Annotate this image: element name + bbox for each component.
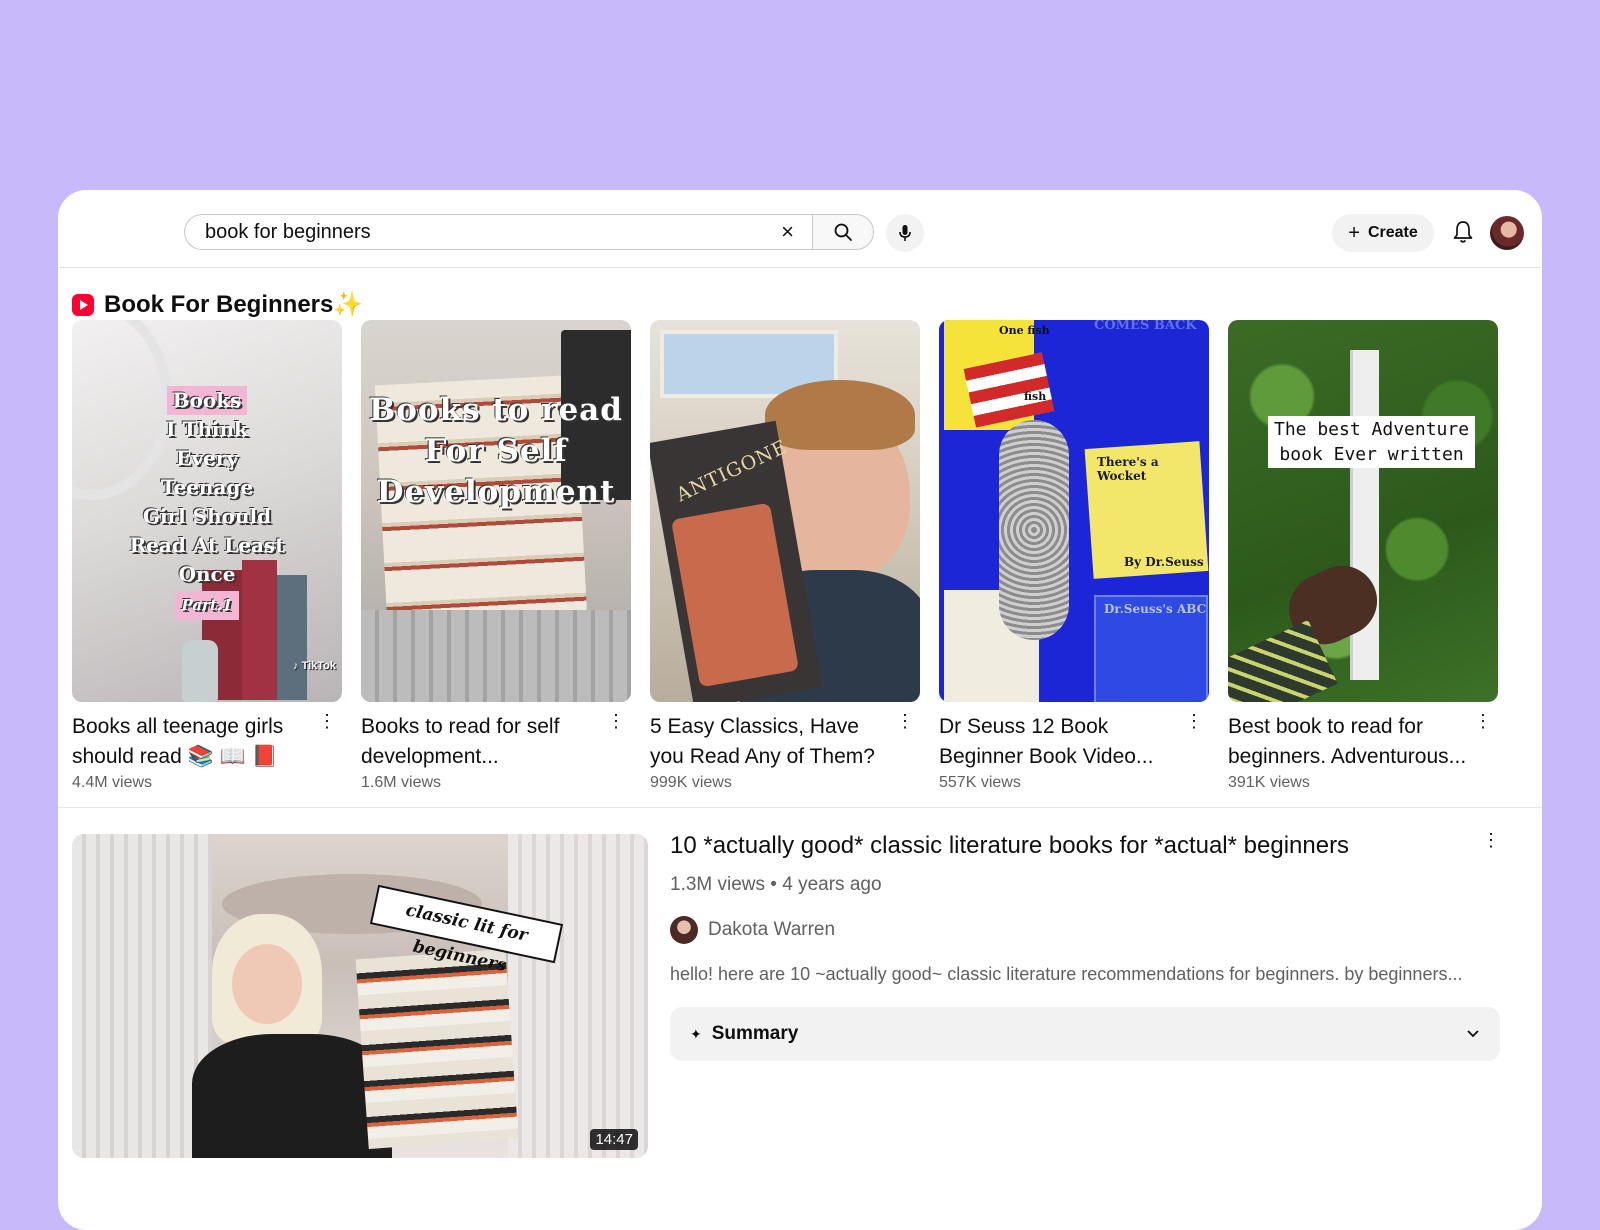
shelf-title: Book For Beginners✨ bbox=[104, 291, 364, 318]
thumb-text: Books bbox=[166, 386, 248, 415]
short-title[interactable]: 5 Easy Classics, Have you Read Any of Th… bbox=[650, 712, 920, 772]
search-input[interactable] bbox=[203, 219, 747, 245]
channel-link[interactable]: Dakota Warren bbox=[670, 916, 1520, 944]
shorts-shelf-header: Book For Beginners✨ bbox=[72, 290, 363, 319]
thumb-text: Part.1 bbox=[175, 591, 239, 620]
thumb-text: Read At Least bbox=[129, 533, 285, 557]
short-title[interactable]: Books all teenage girls should read 📚 📖 … bbox=[72, 712, 342, 772]
thumb-text: Development bbox=[376, 474, 616, 510]
short-card[interactable]: One fish fish COMES BACK There's a Wocke… bbox=[939, 320, 1209, 792]
short-title[interactable]: Dr Seuss 12 Book Beginner Book Video... bbox=[939, 712, 1209, 772]
clear-search-icon[interactable]: × bbox=[781, 221, 794, 243]
video-thumbnail[interactable]: classic lit for beginners 14:47 bbox=[72, 834, 648, 1158]
thumb-text: Girl Should bbox=[142, 504, 272, 528]
short-views: 557K views bbox=[939, 774, 1021, 791]
short-thumbnail[interactable]: Books I Think Every Teenage Girl Should … bbox=[72, 320, 342, 702]
video-duration: 14:47 bbox=[590, 1129, 638, 1150]
short-views: 1.6M views bbox=[361, 774, 442, 791]
thumb-text: Books to read bbox=[369, 392, 623, 428]
short-card[interactable]: Books to read For Self Development Books… bbox=[361, 320, 631, 792]
notifications-button[interactable] bbox=[1452, 220, 1474, 249]
more-options-icon[interactable]: ⋮ bbox=[607, 712, 625, 730]
short-title[interactable]: Best book to read for beginners. Adventu… bbox=[1228, 712, 1498, 772]
summary-label: Summary bbox=[711, 1023, 799, 1044]
search-box[interactable]: × bbox=[184, 214, 812, 250]
short-views: 391K views bbox=[1228, 774, 1310, 791]
short-thumbnail[interactable]: Books to read For Self Development bbox=[361, 320, 631, 702]
thumb-text: Once bbox=[178, 562, 236, 586]
channel-avatar[interactable] bbox=[670, 916, 698, 944]
thumb-text: There's a Wocket bbox=[1097, 455, 1159, 483]
voice-search-button[interactable] bbox=[886, 214, 924, 252]
create-button[interactable]: + Create bbox=[1332, 214, 1434, 252]
search-icon bbox=[834, 223, 852, 241]
short-views: 4.4M views bbox=[72, 774, 153, 791]
plus-icon: + bbox=[1348, 221, 1360, 244]
short-thumbnail[interactable]: The best Adventure book Ever written bbox=[1228, 320, 1498, 702]
short-thumbnail[interactable]: ANTIGONE bbox=[650, 320, 920, 702]
short-card[interactable]: ANTIGONE 5 Easy Classics, Have you Read … bbox=[650, 320, 920, 792]
section-divider bbox=[58, 807, 1542, 808]
create-label: Create bbox=[1367, 224, 1418, 241]
shorts-logo-icon bbox=[72, 293, 94, 316]
channel-name[interactable]: Dakota Warren bbox=[708, 919, 835, 941]
thumb-text: fish bbox=[1024, 390, 1047, 403]
thumb-text: By Dr.Seuss bbox=[1124, 555, 1204, 569]
short-thumbnail[interactable]: One fish fish COMES BACK There's a Wocke… bbox=[939, 320, 1209, 702]
chevron-down-icon bbox=[1467, 1030, 1479, 1038]
video-meta: 1.3M views • 4 years ago bbox=[670, 874, 882, 895]
more-options-icon[interactable]: ⋮ bbox=[1185, 712, 1203, 730]
tiktok-badge: ♪ TikTok bbox=[293, 660, 336, 672]
short-views: 999K views bbox=[650, 774, 732, 791]
thumb-text: COMES BACK bbox=[1094, 320, 1197, 333]
video-description: hello! here are 10 ~actually good~ class… bbox=[670, 964, 1463, 984]
microphone-icon bbox=[899, 225, 911, 241]
more-options-icon[interactable]: ⋮ bbox=[318, 712, 336, 730]
user-avatar[interactable] bbox=[1490, 216, 1524, 250]
video-more-options-icon[interactable]: ⋮ bbox=[1482, 830, 1500, 851]
thumb-text: Dr.Seuss's ABC bbox=[1104, 602, 1207, 616]
video-info: 10 *actually good* classic literature bo… bbox=[670, 830, 1520, 1061]
top-bar: × + Create bbox=[58, 190, 1542, 268]
thumb-text: I Think bbox=[166, 417, 248, 441]
bell-icon bbox=[1453, 221, 1473, 243]
more-options-icon[interactable]: ⋮ bbox=[1474, 712, 1492, 730]
summary-toggle[interactable]: ✦ Summary bbox=[670, 1007, 1500, 1061]
short-title[interactable]: Books to read for self development... bbox=[361, 712, 631, 772]
thumb-text: For Self bbox=[424, 433, 568, 469]
search-button[interactable] bbox=[812, 214, 874, 250]
thumb-text: Teenage bbox=[160, 475, 254, 499]
more-options-icon[interactable]: ⋮ bbox=[896, 712, 914, 730]
short-card[interactable]: Books I Think Every Teenage Girl Should … bbox=[72, 320, 342, 792]
thumb-text: Every bbox=[176, 446, 238, 470]
video-title[interactable]: 10 *actually good* classic literature bo… bbox=[670, 830, 1520, 862]
browser-window: × + Create Boo bbox=[58, 190, 1542, 1230]
short-card[interactable]: The best Adventure book Ever written Bes… bbox=[1228, 320, 1498, 792]
thumb-caption: The best Adventure book Ever written bbox=[1268, 416, 1476, 468]
sparkle-icon: ✦ bbox=[690, 1025, 702, 1042]
